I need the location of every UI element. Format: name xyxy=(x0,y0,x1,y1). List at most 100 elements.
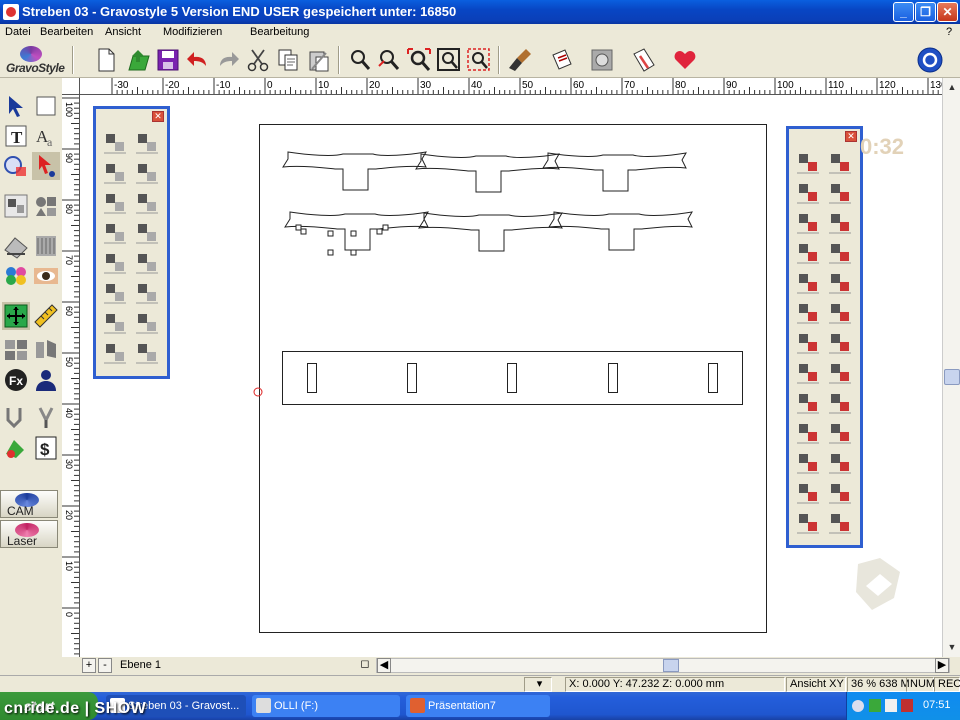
node-9-0-icon[interactable] xyxy=(797,424,819,444)
laser-tab[interactable]: Laser xyxy=(0,520,58,548)
zoom-in-icon[interactable] xyxy=(375,46,403,74)
align-2-0-icon[interactable] xyxy=(104,194,126,214)
zoom-page-icon[interactable] xyxy=(435,46,463,74)
zoom-icon[interactable] xyxy=(346,46,374,74)
align-5-1-icon[interactable] xyxy=(136,284,158,304)
node-3-0-icon[interactable] xyxy=(797,244,819,264)
horizontal-scrollbar[interactable]: ◀ ▶ xyxy=(376,658,950,673)
zoom-selection-icon[interactable] xyxy=(465,46,493,74)
node-handle[interactable] xyxy=(327,230,334,237)
t-strut[interactable] xyxy=(542,152,687,192)
align-5-0-icon[interactable] xyxy=(104,284,126,304)
globe-icon[interactable] xyxy=(916,46,944,74)
menu-help[interactable]: ? xyxy=(946,26,952,38)
app-icon[interactable] xyxy=(3,4,19,20)
node-handle[interactable] xyxy=(350,249,357,256)
align-3-1-icon[interactable] xyxy=(136,224,158,244)
node-12-0-icon[interactable] xyxy=(797,514,819,534)
maximize-button[interactable]: ❐ xyxy=(915,2,936,22)
texture-icon[interactable] xyxy=(32,232,60,260)
select-arrow-icon[interactable] xyxy=(2,92,30,120)
shapes-icon[interactable] xyxy=(2,152,30,180)
align-0-0-icon[interactable] xyxy=(104,134,126,154)
node-1-1-icon[interactable] xyxy=(829,184,851,204)
node-5-1-icon[interactable] xyxy=(829,304,851,324)
node-palette-title[interactable]: ✕ xyxy=(789,129,860,143)
align-palette-close-icon[interactable]: ✕ xyxy=(152,111,164,122)
node-12-1-icon[interactable] xyxy=(829,514,851,534)
slot-hole[interactable] xyxy=(407,363,417,393)
node-8-1-icon[interactable] xyxy=(829,394,851,414)
align-tool-icon[interactable] xyxy=(2,192,30,220)
undo-icon[interactable] xyxy=(184,46,212,74)
align-buttons[interactable] xyxy=(96,123,167,378)
cut-icon[interactable] xyxy=(244,46,272,74)
t-strut[interactable] xyxy=(282,151,427,191)
node-1-0-icon[interactable] xyxy=(797,184,819,204)
strut-strip[interactable] xyxy=(282,351,743,405)
user-icon[interactable] xyxy=(32,366,60,394)
brush-icon[interactable] xyxy=(506,46,534,74)
save-icon[interactable] xyxy=(154,46,182,74)
node-edit-icon[interactable] xyxy=(32,152,60,180)
task-explorer[interactable]: OLLI (F:) xyxy=(252,695,400,717)
node-6-1-icon[interactable] xyxy=(829,334,851,354)
close-button[interactable]: ✕ xyxy=(937,2,958,22)
vertical-scroll-thumb[interactable] xyxy=(944,369,960,385)
engrave-tool-icon[interactable] xyxy=(2,232,30,260)
align-palette-title[interactable]: ✕ xyxy=(96,109,167,123)
align-6-0-icon[interactable] xyxy=(104,314,126,334)
rectangle-select-icon[interactable] xyxy=(32,92,60,120)
align-1-1-icon[interactable] xyxy=(136,164,158,184)
shape-library-icon[interactable] xyxy=(32,192,60,220)
text-tool-icon[interactable]: T xyxy=(2,122,30,150)
price-calc-icon[interactable]: $ xyxy=(32,434,60,462)
new-file-icon[interactable] xyxy=(92,46,120,74)
slot-hole[interactable] xyxy=(507,363,517,393)
align-1-0-icon[interactable] xyxy=(104,164,126,184)
copy-icon[interactable] xyxy=(274,46,302,74)
align-0-1-icon[interactable] xyxy=(136,134,158,154)
t-strut[interactable] xyxy=(415,153,560,193)
open-file-icon[interactable] xyxy=(124,46,152,74)
scroll-down-icon[interactable]: ▼ xyxy=(944,639,960,655)
t-strut[interactable] xyxy=(548,211,693,251)
node-2-0-icon[interactable] xyxy=(797,214,819,234)
menu-ansicht[interactable]: Ansicht xyxy=(105,26,141,38)
zoom-box-icon[interactable] xyxy=(405,46,433,74)
align-7-1-icon[interactable] xyxy=(136,344,158,364)
move-tool-icon[interactable] xyxy=(2,302,30,330)
node-10-0-icon[interactable] xyxy=(797,454,819,474)
vertical-scrollbar[interactable]: ▲ ▼ xyxy=(942,78,960,657)
node-0-1-icon[interactable] xyxy=(829,154,851,174)
node-4-1-icon[interactable] xyxy=(829,274,851,294)
slot-hole[interactable] xyxy=(307,363,317,393)
align-3-0-icon[interactable] xyxy=(104,224,126,244)
align-6-1-icon[interactable] xyxy=(136,314,158,334)
task-powerpoint[interactable]: Präsentation7 xyxy=(406,695,550,717)
node-handle[interactable] xyxy=(350,230,357,237)
cutter-icon[interactable] xyxy=(32,404,60,432)
node-buttons[interactable] xyxy=(789,143,860,547)
distort-icon[interactable] xyxy=(32,336,60,364)
paste-icon[interactable] xyxy=(304,46,332,74)
node-8-0-icon[interactable] xyxy=(797,394,819,414)
scroll-right-icon[interactable]: ▶ xyxy=(935,658,949,673)
scroll-up-icon[interactable]: ▲ xyxy=(944,79,960,95)
node-7-0-icon[interactable] xyxy=(797,364,819,384)
heart-icon[interactable] xyxy=(671,46,699,74)
node-palette-close-icon[interactable]: ✕ xyxy=(845,131,857,142)
cam-tab[interactable]: CAM xyxy=(0,490,58,518)
layer-tab[interactable]: Ebene 1 xyxy=(120,659,161,671)
origin-marker[interactable] xyxy=(253,387,263,397)
menu-bearbeiten[interactable]: Bearbeiten xyxy=(40,26,93,38)
node-handle[interactable] xyxy=(376,228,383,235)
tool-path-icon[interactable] xyxy=(2,404,30,432)
status-view[interactable]: Ansicht XY xyxy=(786,677,846,692)
node-handle[interactable] xyxy=(300,228,307,235)
colour-flower-icon[interactable] xyxy=(2,262,30,290)
vertical-ruler[interactable]: 100 90 80 70 60 50 40 30 20 10 0 xyxy=(62,95,80,657)
menu-modifizieren[interactable]: Modifizieren xyxy=(163,26,222,38)
minimize-button[interactable]: _ xyxy=(893,2,914,22)
node-6-0-icon[interactable] xyxy=(797,334,819,354)
